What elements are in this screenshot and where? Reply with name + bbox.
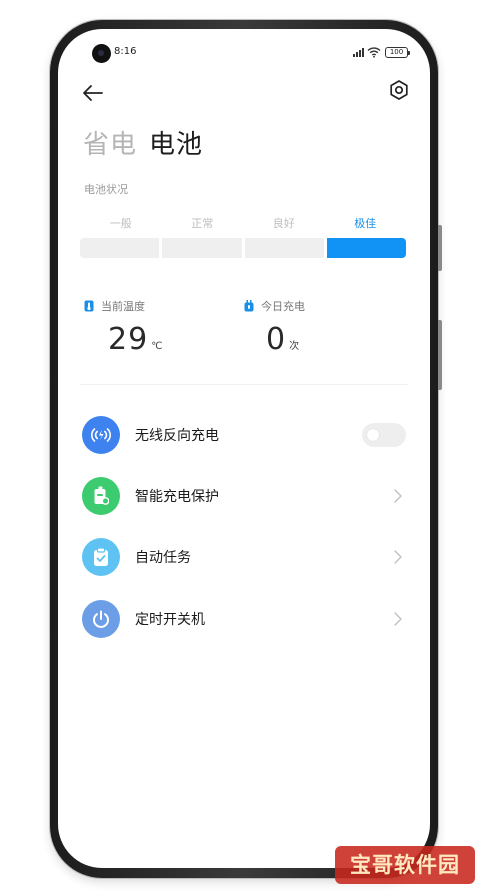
charge-plug-icon: [244, 300, 254, 312]
level-label-good: 良好: [272, 217, 295, 230]
wireless-charge-icon: [82, 416, 120, 454]
smart-charging-protection-row[interactable]: 智能充电保护: [82, 474, 406, 518]
power-side-button: [438, 320, 442, 390]
power-icon: [82, 600, 120, 638]
level-label-normal: 正常: [191, 217, 214, 230]
status-time: 8:16: [114, 46, 137, 57]
auto-tasks-row[interactable]: 自动任务: [82, 535, 406, 579]
level-label-fair: 一般: [109, 217, 132, 230]
chevron-right-icon: [394, 489, 402, 503]
task-clipboard-icon: [82, 538, 120, 576]
level-bar-good: [244, 238, 324, 258]
charges-today-stat: 今日充电 0 次: [244, 298, 305, 357]
level-bar-excellent: [326, 238, 406, 258]
status-bar: 8:16 100: [58, 43, 430, 63]
wifi-icon: [367, 47, 381, 58]
level-label-excellent: 极佳: [354, 217, 377, 230]
charges-today-label: 今日充电: [261, 300, 305, 313]
wireless-reverse-charging-row[interactable]: 无线反向充电: [82, 413, 406, 457]
battery-condition-scale: 一般 正常 良好 极佳: [80, 215, 406, 258]
phone-frame: 8:16 100 省电 电池 电池状况 一般 正常 良好 极佳 当前温度 29 …: [50, 20, 442, 878]
thermometer-icon: [84, 300, 94, 312]
level-bar-fair: [80, 238, 160, 258]
back-arrow-icon[interactable]: [80, 81, 106, 105]
tab-battery[interactable]: 电池: [149, 124, 203, 161]
battery-indicator: 100: [385, 47, 410, 58]
temperature-label: 当前温度: [101, 300, 145, 313]
header-tabs: 省电 电池: [83, 124, 203, 161]
front-camera-icon: [92, 44, 111, 63]
chevron-right-icon: [394, 612, 402, 626]
temperature-value: 29: [108, 322, 149, 357]
temperature-stat: 当前温度 29 ℃: [84, 298, 162, 357]
wireless-reverse-charging-label: 无线反向充电: [135, 428, 219, 444]
smart-charging-protection-label: 智能充电保护: [135, 489, 219, 505]
chevron-right-icon: [394, 550, 402, 564]
screen: 8:16 100 省电 电池 电池状况 一般 正常 良好 极佳 当前温度 29 …: [58, 29, 430, 868]
scheduled-power-row[interactable]: 定时开关机: [82, 597, 406, 641]
scheduled-power-label: 定时开关机: [135, 612, 205, 628]
volume-button: [438, 225, 442, 271]
temperature-unit: ℃: [151, 341, 163, 352]
watermark-logo: 宝哥软件园: [335, 846, 475, 884]
auto-tasks-label: 自动任务: [135, 550, 191, 566]
signal-icon: [353, 48, 364, 57]
battery-status-label: 电池状况: [84, 183, 128, 196]
tab-power-saving[interactable]: 省电: [83, 124, 137, 161]
charges-today-unit: 次: [289, 341, 300, 352]
level-bar-normal: [162, 238, 242, 258]
divider: [80, 384, 408, 385]
wireless-reverse-charging-toggle[interactable]: [362, 423, 406, 447]
settings-gear-icon[interactable]: [388, 79, 410, 101]
charges-today-value: 0: [266, 322, 287, 357]
battery-shield-icon: [82, 477, 120, 515]
